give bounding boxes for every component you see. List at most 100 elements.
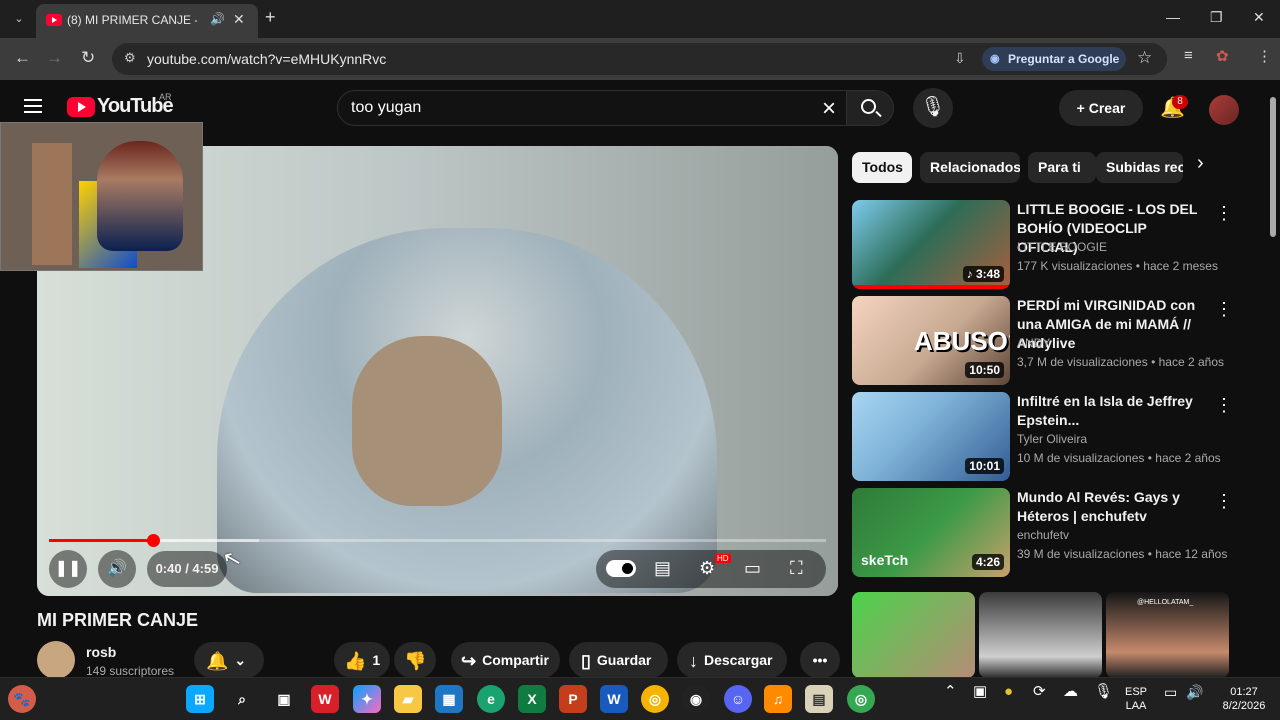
short-thumbnail[interactable] [979,592,1102,678]
recommendation-menu-icon[interactable]: ⋮ [1215,203,1233,224]
recommendation-menu-icon[interactable]: ⋮ [1215,491,1233,512]
copilot-icon[interactable]: ✦ [353,685,381,713]
page-url[interactable]: youtube.com/watch?v=eMHUKynnRvc [147,51,386,67]
chips-next-icon[interactable]: › [1197,152,1204,175]
user-avatar[interactable] [1209,95,1239,125]
bookmark-star-icon[interactable]: ☆ [1137,48,1152,68]
chip-todos[interactable]: Todos [852,152,912,183]
create-button[interactable]: + Crear [1059,90,1143,126]
recommendation-item[interactable]: skeTch 4:26 Mundo Al Revés: Gays y Héter… [852,488,1233,578]
channel-avatar[interactable] [37,641,75,679]
like-button[interactable]: 👍 1 [334,642,390,678]
taskbar-mascot-icon[interactable]: 🐾 [8,685,36,713]
address-bar[interactable]: ⚙ youtube.com/watch?v=eMHUKynnRvc ⇩ Preg… [112,43,1167,75]
menu-hamburger-icon[interactable] [24,99,42,113]
recommendation-channel[interactable]: LITTLE BOOGIE [1017,240,1209,254]
short-thumbnail[interactable] [852,592,975,678]
tray-app-icon[interactable]: ▣ [973,684,987,699]
close-tab-icon[interactable]: ✕ [233,11,245,28]
subtitles-icon[interactable]: ▤ [654,558,671,579]
clear-search-icon[interactable]: × [822,95,836,123]
recommendation-thumbnail[interactable]: skeTch 4:26 [852,488,1010,577]
active-browser-tab[interactable]: (8) MI PRIMER CANJE - YouTube 🔊 ✕ [36,4,258,38]
recommendation-menu-icon[interactable]: ⋮ [1215,299,1233,320]
notepad-icon[interactable]: ▤ [805,685,833,713]
chip-subidas-recientes[interactable]: Subidas recientes [1096,152,1183,183]
wps-icon[interactable]: W [311,685,339,713]
page-scrollbar[interactable] [1269,83,1277,673]
recommendation-item[interactable]: ♪ 3:48 LITTLE BOOGIE - LOS DEL BOHÍO (VI… [852,200,1233,290]
powerpoint-icon[interactable]: P [559,685,587,713]
save-button[interactable]: ▯ Guardar [569,642,668,678]
search-box[interactable]: × [337,90,849,126]
obs-icon[interactable]: ◉ [682,685,710,713]
task-view-icon[interactable]: ▣ [270,685,298,713]
audio-playing-icon[interactable]: 🔊 [210,12,225,26]
recommendation-channel[interactable]: enchufetv [1017,528,1209,542]
recommendation-channel[interactable]: ANDY [1017,336,1209,350]
file-explorer-icon[interactable]: ▰ [394,685,422,713]
forward-icon[interactable]: → [46,48,63,68]
tray-security-icon[interactable]: ● [1004,684,1013,699]
recommendation-thumbnail[interactable]: ♪ 3:48 [852,200,1010,289]
share-button[interactable]: ↪ Compartir [451,642,560,678]
windows-start-icon[interactable]: ⊞ [186,685,214,713]
keyboard-language[interactable]: ESP LAA [1121,685,1151,713]
more-actions-button[interactable]: ••• [800,642,840,678]
fullscreen-icon[interactable]: ⛶ [790,558,803,579]
notifications-dropdown[interactable]: 🔔 ⌄ [194,642,264,678]
back-icon[interactable]: ← [14,48,31,68]
progress-bar[interactable] [49,534,826,547]
recommendation-title[interactable]: Infiltré en la Isla de Jeffrey Epstein..… [1017,392,1209,430]
recommendation-thumbnail[interactable]: ABUSO? 10:50 [852,296,1010,385]
minimize-window-icon[interactable]: — [1166,9,1180,25]
network-icon[interactable]: ▭ [1164,685,1177,699]
new-tab-icon[interactable]: + [265,7,276,28]
close-window-icon[interactable]: ✕ [1253,9,1265,26]
recommendation-channel[interactable]: Tyler Oliveira [1017,432,1209,446]
chrome-menu-icon[interactable]: ⋮ [1257,47,1272,65]
recommendation-item[interactable]: 10:01 Infiltré en la Isla de Jeffrey Eps… [852,392,1233,482]
excel-icon[interactable]: X [518,685,546,713]
theater-mode-icon[interactable]: ▭ [744,558,761,579]
ask-google-button[interactable]: Preguntar a Google [982,47,1126,71]
fl-studio-icon[interactable]: ♫ [764,685,792,713]
tray-cloud-icon[interactable]: ☁ [1063,684,1078,699]
site-info-icon[interactable]: ⚙ [124,50,136,66]
recommendation-thumbnail[interactable]: 10:01 [852,392,1010,481]
short-thumbnail[interactable]: @HELLOLATAM_ [1106,592,1229,678]
chrome-icon[interactable]: ◎ [641,685,669,713]
chip-relacionados[interactable]: Relacionados [920,152,1020,183]
active-chrome-icon[interactable]: ◎ [847,685,875,713]
tray-chevron-up-icon[interactable]: ⌃ [944,684,957,699]
media-controls-icon[interactable]: ≡ [1184,47,1193,64]
recommendation-menu-icon[interactable]: ⋮ [1215,395,1233,416]
recommendation-title[interactable]: Mundo Al Revés: Gays y Héteros | enchufe… [1017,488,1209,526]
tab-search-menu-icon[interactable]: ⌄ [8,8,30,30]
download-button[interactable]: ↓ Descargar [677,642,787,678]
reload-icon[interactable]: ↻ [81,48,95,68]
scrollbar-thumb[interactable] [1270,97,1276,237]
volume-tray-icon[interactable]: 🔊 [1186,685,1203,699]
recommendation-item[interactable]: ABUSO? 10:50 PERDÍ mi VIRGINIDAD con una… [852,296,1233,386]
volume-icon[interactable]: 🔊 [98,550,136,588]
youtube-logo-icon[interactable] [67,97,95,117]
tray-microphone-icon[interactable]: 🎙 [1094,684,1113,699]
dislike-button[interactable]: 👎 [394,642,436,678]
autoplay-toggle[interactable] [606,560,636,577]
microsoft-store-icon[interactable]: ▦ [435,685,463,713]
search-icon[interactable]: ⌕ [228,685,256,713]
tray-sync-icon[interactable]: ⟳ [1033,684,1046,699]
search-input[interactable] [351,99,781,117]
gear-icon[interactable]: ⚙ [699,558,715,579]
discord-icon[interactable]: ☺ [724,685,752,713]
word-icon[interactable]: W [600,685,628,713]
channel-name[interactable]: rosb [86,644,116,660]
search-button[interactable] [846,90,894,126]
voice-search-icon[interactable]: 🎙 [913,88,953,128]
install-app-icon[interactable]: ⇩ [954,50,966,67]
edge-icon[interactable]: e [477,685,505,713]
chip-para-ti[interactable]: Para ti [1028,152,1096,183]
pause-button[interactable]: ❚❚ [49,550,87,588]
extension-icon[interactable]: ✿ [1216,47,1229,65]
